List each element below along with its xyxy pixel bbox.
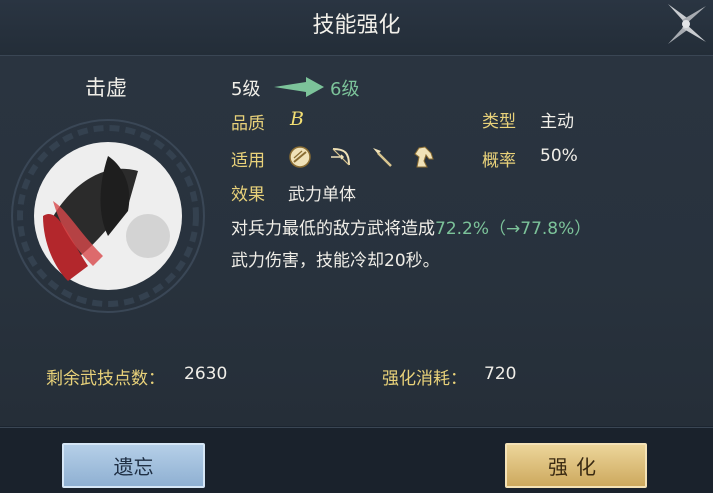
skill-description-line1: 对兵力最低的敌方武将造成72.2%（→77.8%） xyxy=(231,214,591,239)
title-bar: 技能强化 xyxy=(0,0,713,56)
remaining-points-value: 2630 xyxy=(184,364,228,384)
horse-unit-icon[interactable] xyxy=(411,145,435,169)
level-from: 5级 xyxy=(231,79,261,100)
remaining-points-label: 剩余武技点数： xyxy=(46,369,165,389)
spear-unit-icon[interactable] xyxy=(370,145,394,169)
level-to: 6级 xyxy=(330,79,360,100)
applicable-label: 适用 xyxy=(231,151,265,171)
skill-name: 击虚 xyxy=(85,76,127,100)
dialog-title: 技能强化 xyxy=(312,13,401,38)
close-button[interactable] xyxy=(660,0,713,48)
type-label: 类型 xyxy=(482,112,516,132)
skill-description-line2: 武力伤害，技能冷却20秒。 xyxy=(231,251,440,271)
description-prefix: 对兵力最低的敌方武将造成 xyxy=(231,219,435,239)
close-icon xyxy=(668,4,706,44)
quality-grade: B xyxy=(290,108,304,130)
quality-label: 品质 xyxy=(231,114,265,134)
effect-label: 效果 xyxy=(231,185,265,205)
rate-value: 50% xyxy=(540,146,578,166)
rate-label: 概率 xyxy=(482,151,516,171)
upgrade-button[interactable]: 强化 xyxy=(505,443,647,488)
skill-portrait xyxy=(11,119,205,313)
damage-value: 72.2%（→77.8%） xyxy=(435,219,592,239)
effect-value: 武力单体 xyxy=(288,185,356,205)
upgrade-cost-label: 强化消耗： xyxy=(382,369,467,389)
upgrade-cost-value: 720 xyxy=(484,364,517,384)
forget-button[interactable]: 遗忘 xyxy=(62,443,205,488)
bow-unit-icon[interactable] xyxy=(329,145,353,169)
shield-unit-icon[interactable] xyxy=(288,145,312,169)
arrow-right-icon xyxy=(274,77,324,97)
skill-upgrade-dialog: 技能强化 击虚 5级 6级 品质 B 类型 主动 适用 概率 50% 效果 武力… xyxy=(0,0,713,493)
type-value: 主动 xyxy=(540,112,574,132)
